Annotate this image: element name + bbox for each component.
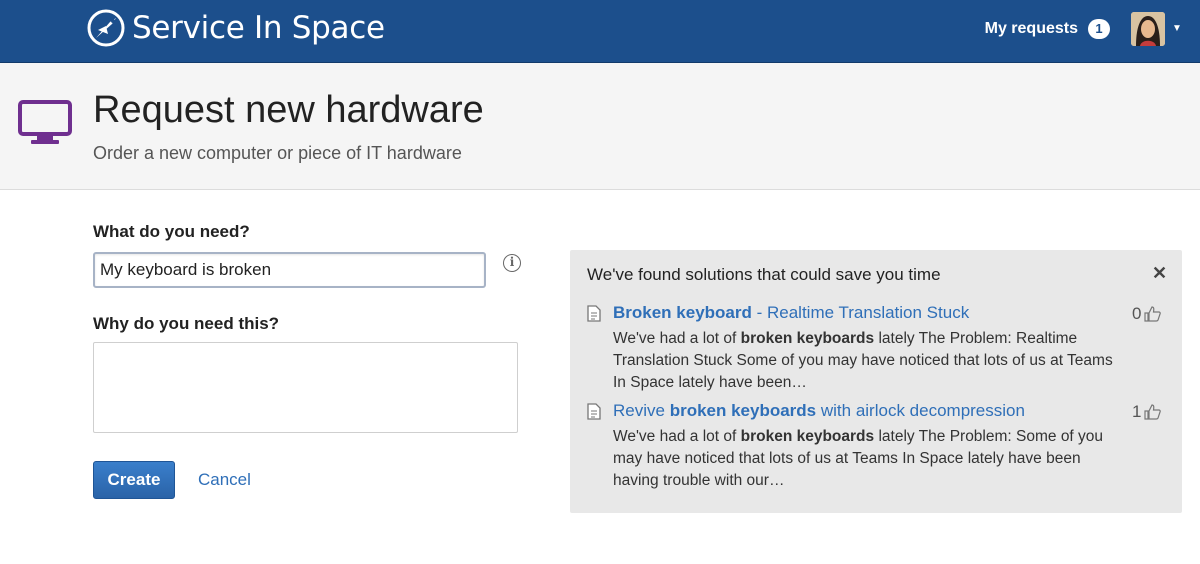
solution-excerpt: We've had a lot of broken keyboards late… — [613, 426, 1113, 492]
solution-title-post: with airlock decompression — [816, 401, 1025, 420]
solution-votes[interactable]: 1 — [1132, 402, 1162, 422]
user-avatar[interactable] — [1131, 12, 1165, 46]
close-icon[interactable]: ✕ — [1152, 263, 1167, 284]
solution-title-highlight: Broken keyboard — [613, 303, 752, 322]
need-input[interactable] — [93, 252, 486, 288]
my-requests-count-badge: 1 — [1088, 19, 1110, 39]
monitor-icon — [18, 100, 72, 144]
solution-excerpt-highlight: broken keyboards — [740, 330, 875, 347]
my-requests-label: My requests — [984, 20, 1078, 37]
thumbs-up-icon — [1144, 306, 1162, 322]
solutions-heading: We've found solutions that could save yo… — [587, 265, 941, 284]
thumbs-up-icon — [1144, 404, 1162, 420]
rocket-logo-icon — [87, 9, 125, 47]
solution-title-pre: Revive — [613, 401, 670, 420]
solution-excerpt-pre: We've had a lot of — [613, 330, 741, 347]
top-navigation-bar: Service In Space My requests 1 ▼ — [0, 0, 1200, 63]
avatar-image — [1131, 12, 1165, 46]
cancel-link[interactable]: Cancel — [198, 470, 251, 490]
my-requests-link[interactable]: My requests 1 — [985, 19, 1110, 39]
solution-excerpt: We've had a lot of broken keyboards late… — [613, 328, 1113, 394]
solution-title-highlight: broken keyboards — [669, 401, 817, 420]
info-icon[interactable]: i — [503, 254, 521, 272]
why-field-label: Why do you need this? — [93, 314, 280, 333]
need-field-label: What do you need? — [93, 222, 250, 241]
solution-excerpt-pre: We've had a lot of — [613, 428, 741, 445]
solution-excerpt-highlight: broken keyboards — [740, 428, 875, 445]
brand[interactable]: Service In Space — [86, 8, 385, 48]
vote-count: 1 — [1132, 402, 1142, 421]
page-header: Request new hardware Order a new compute… — [0, 63, 1200, 190]
brand-name: Service In Space — [132, 10, 385, 46]
create-button[interactable]: Create — [93, 461, 175, 499]
page-subtitle: Order a new computer or piece of IT hard… — [93, 143, 462, 163]
document-icon — [587, 305, 601, 322]
solution-votes[interactable]: 0 — [1132, 304, 1162, 324]
solution-title-post: - Realtime Translation Stuck — [751, 303, 970, 322]
page-title: Request new hardware — [93, 89, 484, 131]
document-icon — [587, 403, 601, 420]
why-textarea[interactable] — [93, 342, 518, 433]
vote-count: 0 — [1132, 304, 1142, 323]
suggested-solutions-panel: We've found solutions that could save yo… — [570, 250, 1182, 513]
solution-title-link[interactable]: Broken keyboard - Realtime Translation S… — [613, 303, 969, 323]
solution-title-link[interactable]: Revive broken keyboards with airlock dec… — [613, 401, 1025, 421]
chevron-down-icon[interactable]: ▼ — [1172, 23, 1182, 34]
